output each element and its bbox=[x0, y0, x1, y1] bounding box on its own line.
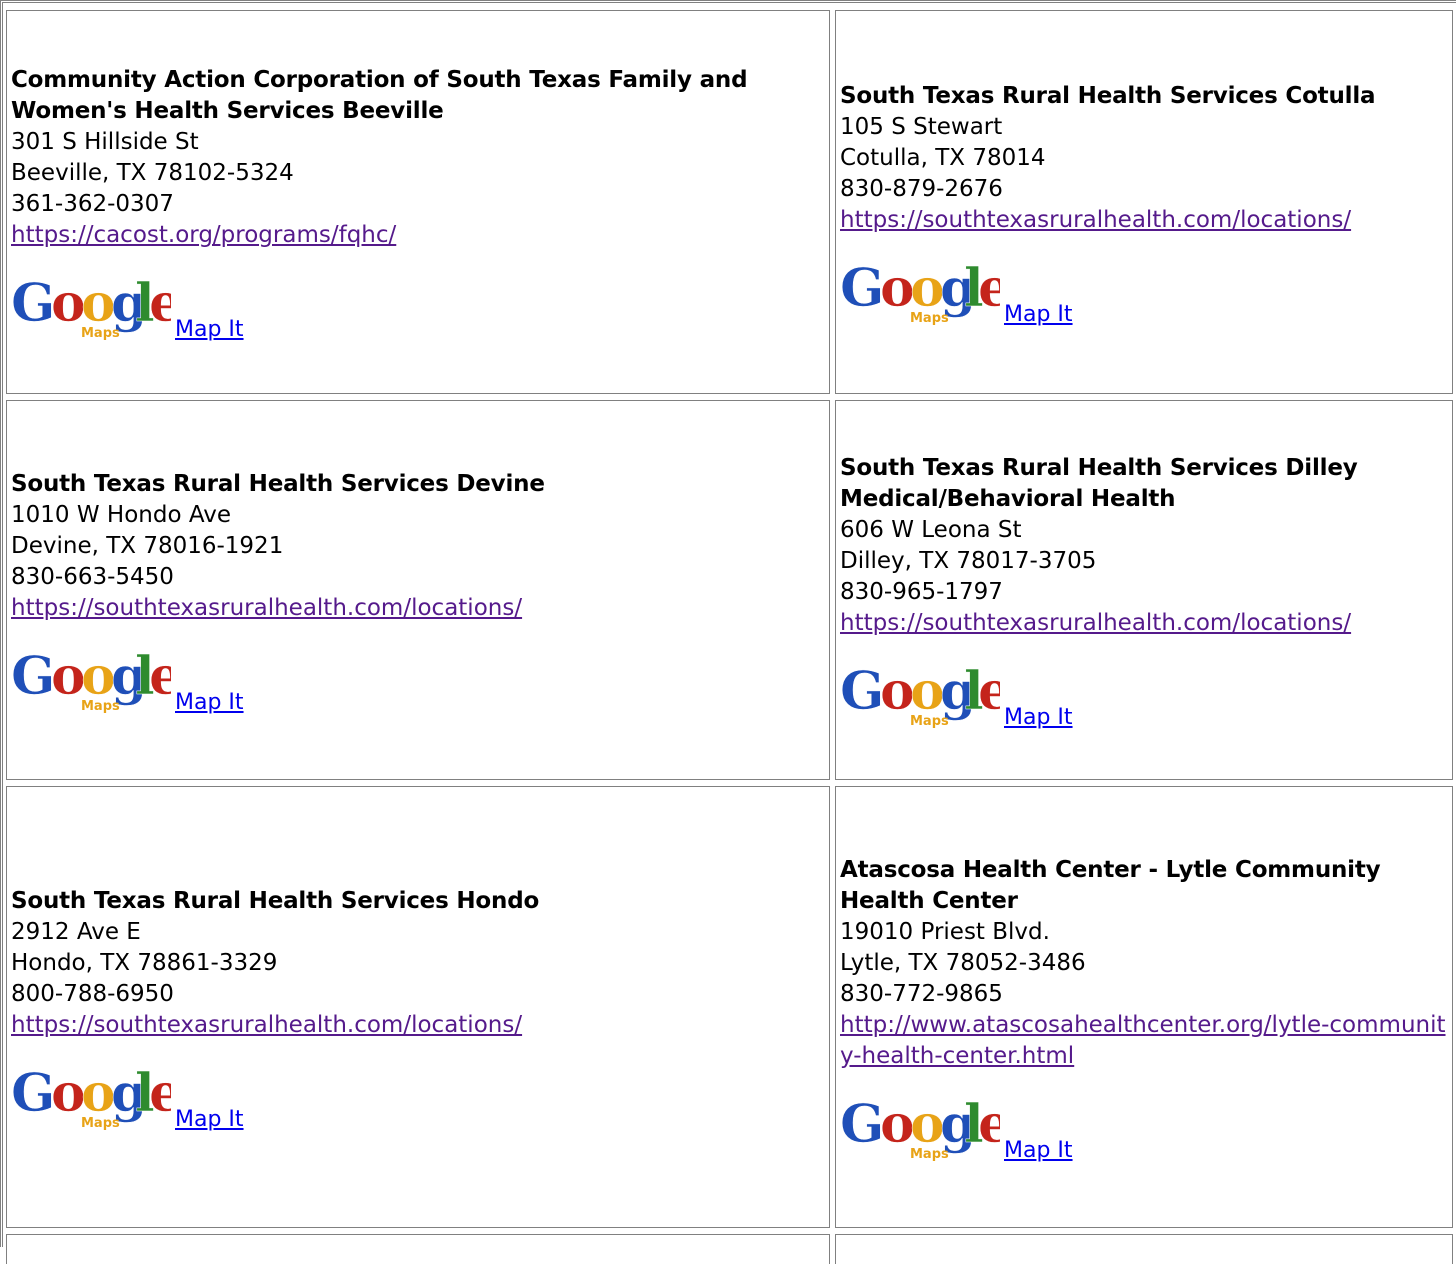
location-cell: Atascosa Health Center - Lytle Community… bbox=[835, 786, 1453, 1228]
location-cell: South Texas Rural Health Services Dilley… bbox=[835, 400, 1453, 780]
location-city: Beeville, TX 78102-5324 bbox=[11, 160, 294, 186]
location-name: Community Action Corporation of South Te… bbox=[11, 67, 748, 124]
map-it-link[interactable]: Map It bbox=[175, 1104, 244, 1135]
location-cell bbox=[835, 1234, 1453, 1264]
location-cell bbox=[6, 1234, 830, 1264]
location-cell: South Texas Rural Health Services Cotull… bbox=[835, 10, 1453, 394]
location-name: South Texas Rural Health Services Cotull… bbox=[840, 82, 1376, 109]
location-phone: 830-965-1797 bbox=[840, 579, 1003, 605]
location-cell: Community Action Corporation of South Te… bbox=[6, 10, 830, 394]
location-phone: 361-362-0307 bbox=[11, 191, 174, 217]
location-city: Dilley, TX 78017-3705 bbox=[840, 548, 1097, 574]
map-it-link[interactable]: Map It bbox=[175, 687, 244, 718]
location-address: 19010 Priest Blvd. bbox=[840, 918, 1050, 945]
location-cell: South Texas Rural Health Services Hondo … bbox=[6, 786, 830, 1228]
map-it-link[interactable]: Map It bbox=[1004, 1135, 1073, 1166]
location-phone: 830-772-9865 bbox=[840, 980, 1003, 1007]
location-address: 606 W Leona St bbox=[840, 517, 1022, 543]
location-city: Cotulla, TX 78014 bbox=[840, 144, 1046, 171]
location-address: 1010 W Hondo Ave bbox=[11, 501, 231, 528]
location-name: South Texas Rural Health Services Dilley… bbox=[840, 455, 1358, 512]
svg-text:Maps: Maps bbox=[910, 311, 949, 326]
location-address: 105 S Stewart bbox=[840, 113, 1003, 140]
location-cell: South Texas Rural Health Services Devine… bbox=[6, 400, 830, 780]
location-website-link[interactable]: https://southtexasruralhealth.com/locati… bbox=[840, 608, 1446, 639]
location-website-link[interactable]: https://southtexasruralhealth.com/locati… bbox=[11, 1010, 823, 1041]
svg-text:Maps: Maps bbox=[910, 714, 949, 729]
location-name: South Texas Rural Health Services Hondo bbox=[11, 887, 540, 914]
location-address: 2912 Ave E bbox=[11, 918, 141, 945]
map-it-link[interactable]: Map It bbox=[175, 314, 244, 345]
svg-text:Maps: Maps bbox=[81, 699, 120, 714]
location-address: 301 S Hillside St bbox=[11, 129, 199, 155]
location-phone: 800-788-6950 bbox=[11, 980, 174, 1007]
svg-text:Maps: Maps bbox=[81, 326, 120, 341]
location-website-link[interactable]: https://southtexasruralhealth.com/locati… bbox=[11, 593, 823, 624]
map-it-link[interactable]: Map It bbox=[1004, 299, 1073, 330]
google-maps-logo-icon: GoogleMaps bbox=[11, 648, 171, 714]
svg-text:Maps: Maps bbox=[910, 1147, 949, 1162]
location-name: South Texas Rural Health Services Devine bbox=[11, 470, 545, 497]
svg-text:Maps: Maps bbox=[81, 1116, 120, 1131]
google-maps-logo-icon: GoogleMaps bbox=[840, 663, 1000, 729]
location-phone: 830-663-5450 bbox=[11, 563, 174, 590]
location-website-link[interactable]: http://www.atascosahealthcenter.org/lytl… bbox=[840, 1010, 1446, 1072]
location-city: Lytle, TX 78052-3486 bbox=[840, 949, 1086, 976]
location-website-link[interactable]: https://southtexasruralhealth.com/locati… bbox=[840, 205, 1446, 236]
location-name: Atascosa Health Center - Lytle Community… bbox=[840, 856, 1381, 914]
google-maps-logo-icon: GoogleMaps bbox=[11, 1065, 171, 1131]
location-city: Devine, TX 78016-1921 bbox=[11, 532, 284, 559]
google-maps-logo-icon: GoogleMaps bbox=[840, 1096, 1000, 1162]
google-maps-logo-icon: GoogleMaps bbox=[840, 260, 1000, 326]
location-phone: 830-879-2676 bbox=[840, 175, 1003, 202]
location-city: Hondo, TX 78861-3329 bbox=[11, 949, 278, 976]
map-it-link[interactable]: Map It bbox=[1004, 702, 1073, 733]
location-website-link[interactable]: https://cacost.org/programs/fqhc/ bbox=[11, 220, 823, 251]
google-maps-logo-icon: GoogleMaps bbox=[11, 275, 171, 341]
